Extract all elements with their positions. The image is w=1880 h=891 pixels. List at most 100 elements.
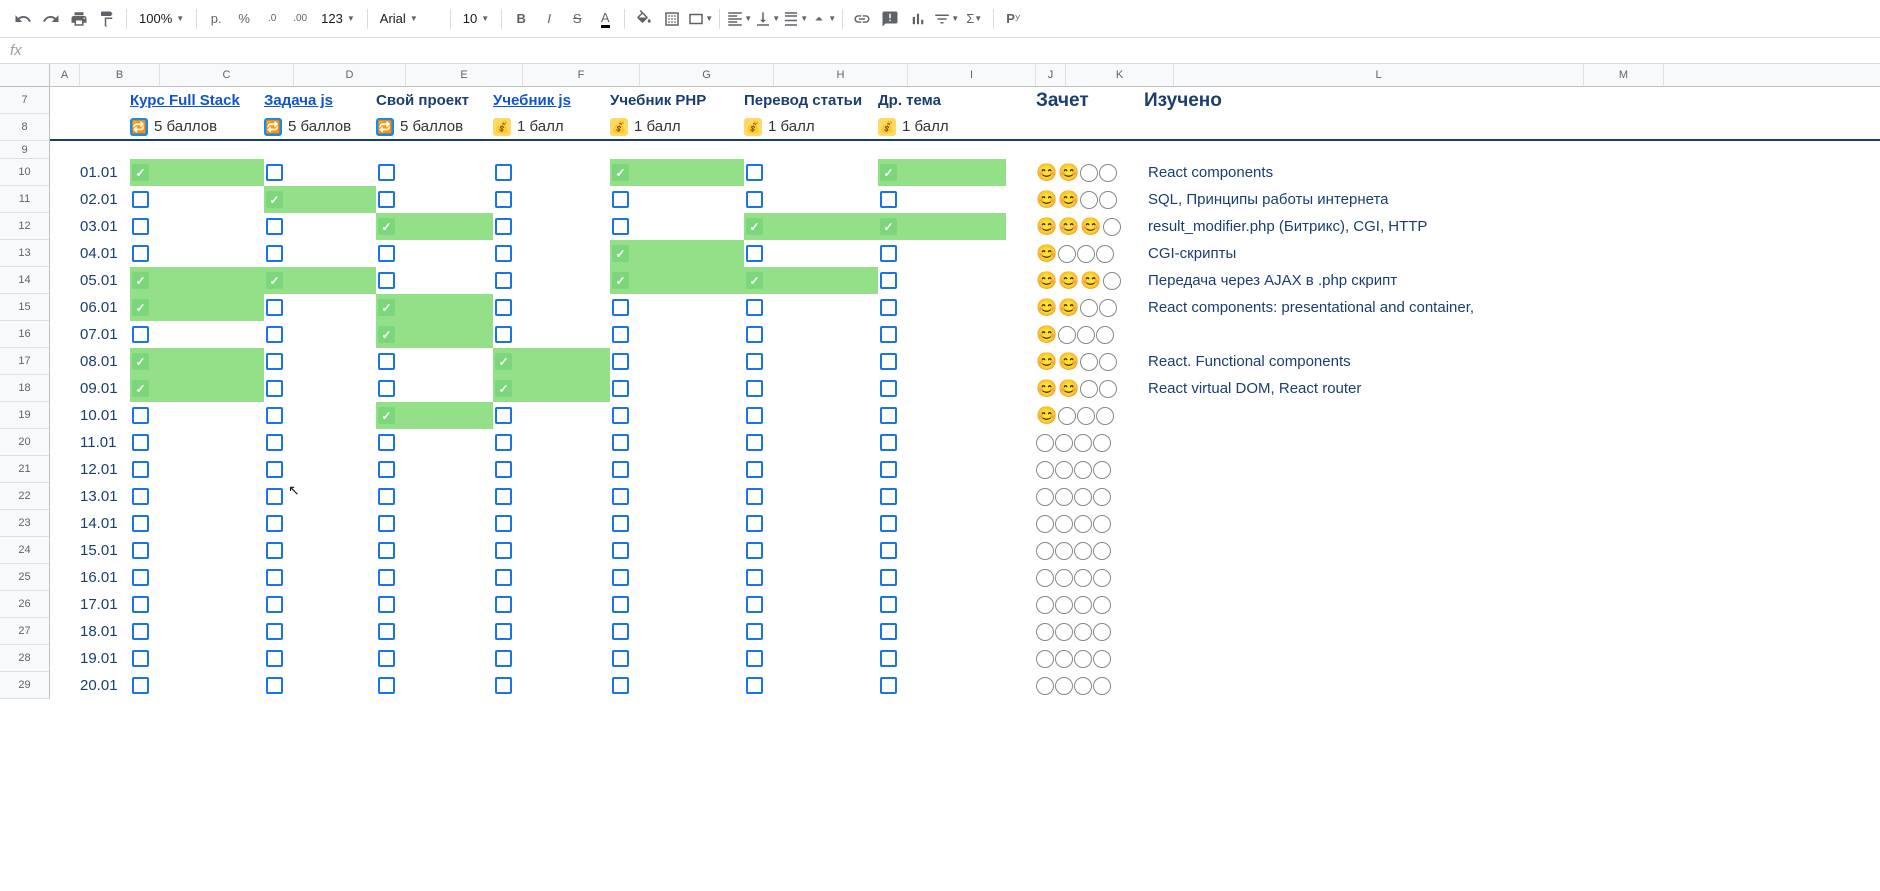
bold-button[interactable]: B [508,6,534,32]
checkbox-cell[interactable] [493,591,610,618]
row-header-13[interactable]: 13 [0,240,49,267]
checkbox-cell[interactable] [744,186,878,213]
checkbox-checked-icon[interactable] [880,218,897,235]
checkbox-cell[interactable] [744,672,878,699]
checkbox-unchecked-icon[interactable] [495,434,512,451]
checkbox-cell[interactable] [878,240,1006,267]
checkbox-unchecked-icon[interactable] [880,272,897,289]
checkbox-cell[interactable] [610,402,744,429]
checkbox-cell[interactable] [610,294,744,321]
checkbox-cell[interactable] [878,483,1006,510]
font-select[interactable]: Arial▼ [374,6,444,32]
checkbox-cell[interactable] [493,618,610,645]
row-header-25[interactable]: 25 [0,564,49,591]
checkbox-cell[interactable] [130,429,264,456]
print-button[interactable] [66,6,92,32]
checkbox-unchecked-icon[interactable] [132,488,149,505]
checkbox-checked-icon[interactable] [266,272,283,289]
checkbox-cell[interactable] [744,645,878,672]
checkbox-unchecked-icon[interactable] [495,461,512,478]
checkbox-unchecked-icon[interactable] [132,407,149,424]
column-header-E[interactable]: E [406,64,523,86]
checkbox-unchecked-icon[interactable] [378,515,395,532]
checkbox-cell[interactable] [376,294,493,321]
checkbox-unchecked-icon[interactable] [880,596,897,613]
checkbox-cell[interactable] [493,645,610,672]
checkbox-cell[interactable] [744,375,878,402]
checkbox-unchecked-icon[interactable] [746,353,763,370]
checkbox-unchecked-icon[interactable] [378,677,395,694]
checkbox-unchecked-icon[interactable] [378,569,395,586]
checkbox-checked-icon[interactable] [746,272,763,289]
row-header-19[interactable]: 19 [0,402,49,429]
column-header-C[interactable]: C [160,64,294,86]
checkbox-checked-icon[interactable] [495,380,512,397]
zoom-select[interactable]: 100%▼ [133,6,190,32]
row-header-24[interactable]: 24 [0,537,49,564]
checkbox-unchecked-icon[interactable] [266,488,283,505]
checkbox-cell[interactable] [744,321,878,348]
checkbox-unchecked-icon[interactable] [132,650,149,667]
checkbox-cell[interactable] [878,645,1006,672]
column-header-G[interactable]: G [640,64,774,86]
checkbox-cell[interactable] [878,186,1006,213]
row-header-12[interactable]: 12 [0,213,49,240]
checkbox-unchecked-icon[interactable] [880,461,897,478]
checkbox-cell[interactable] [878,267,1006,294]
checkbox-unchecked-icon[interactable] [880,353,897,370]
checkbox-cell[interactable] [744,591,878,618]
checkbox-unchecked-icon[interactable] [880,623,897,640]
checkbox-cell[interactable] [878,429,1006,456]
checkbox-cell[interactable] [130,672,264,699]
checkbox-cell[interactable] [878,618,1006,645]
checkbox-unchecked-icon[interactable] [378,488,395,505]
cells-area[interactable]: Курс Full StackЗадача jsСвой проектУчебн… [50,87,1880,699]
checkbox-cell[interactable] [493,213,610,240]
checkbox-cell[interactable] [744,240,878,267]
checkbox-cell[interactable] [264,213,376,240]
checkbox-unchecked-icon[interactable] [266,542,283,559]
checkbox-unchecked-icon[interactable] [132,245,149,262]
checkbox-cell[interactable] [264,510,376,537]
row-header-27[interactable]: 27 [0,618,49,645]
checkbox-unchecked-icon[interactable] [132,191,149,208]
rotate-button[interactable]: ▼ [810,6,836,32]
checkbox-cell[interactable] [493,348,610,375]
fill-color-button[interactable] [631,6,657,32]
checkbox-unchecked-icon[interactable] [495,542,512,559]
checkbox-cell[interactable] [493,483,610,510]
checkbox-cell[interactable] [264,294,376,321]
checkbox-unchecked-icon[interactable] [746,515,763,532]
checkbox-cell[interactable] [493,294,610,321]
checkbox-unchecked-icon[interactable] [612,191,629,208]
checkbox-cell[interactable] [130,645,264,672]
checkbox-cell[interactable] [610,267,744,294]
checkbox-unchecked-icon[interactable] [495,623,512,640]
checkbox-cell[interactable] [878,159,1006,186]
checkbox-cell[interactable] [376,618,493,645]
checkbox-unchecked-icon[interactable] [378,245,395,262]
checkbox-unchecked-icon[interactable] [880,542,897,559]
checkbox-unchecked-icon[interactable] [880,299,897,316]
checkbox-cell[interactable] [376,483,493,510]
row-header-7[interactable]: 7 [0,87,49,114]
checkbox-checked-icon[interactable] [132,272,149,289]
row-header-11[interactable]: 11 [0,186,49,213]
checkbox-cell[interactable] [264,618,376,645]
checkbox-unchecked-icon[interactable] [880,245,897,262]
column-header-A[interactable]: A [50,64,80,86]
checkbox-unchecked-icon[interactable] [612,650,629,667]
checkbox-unchecked-icon[interactable] [378,596,395,613]
checkbox-cell[interactable] [878,294,1006,321]
checkbox-unchecked-icon[interactable] [132,218,149,235]
checkbox-unchecked-icon[interactable] [266,515,283,532]
column-title[interactable]: Задача js [264,92,376,109]
checkbox-cell[interactable] [878,348,1006,375]
checkbox-checked-icon[interactable] [378,299,395,316]
checkbox-cell[interactable] [744,483,878,510]
checkbox-unchecked-icon[interactable] [746,299,763,316]
column-header-L[interactable]: L [1174,64,1584,86]
undo-button[interactable] [10,6,36,32]
checkbox-cell[interactable] [610,348,744,375]
checkbox-unchecked-icon[interactable] [746,191,763,208]
